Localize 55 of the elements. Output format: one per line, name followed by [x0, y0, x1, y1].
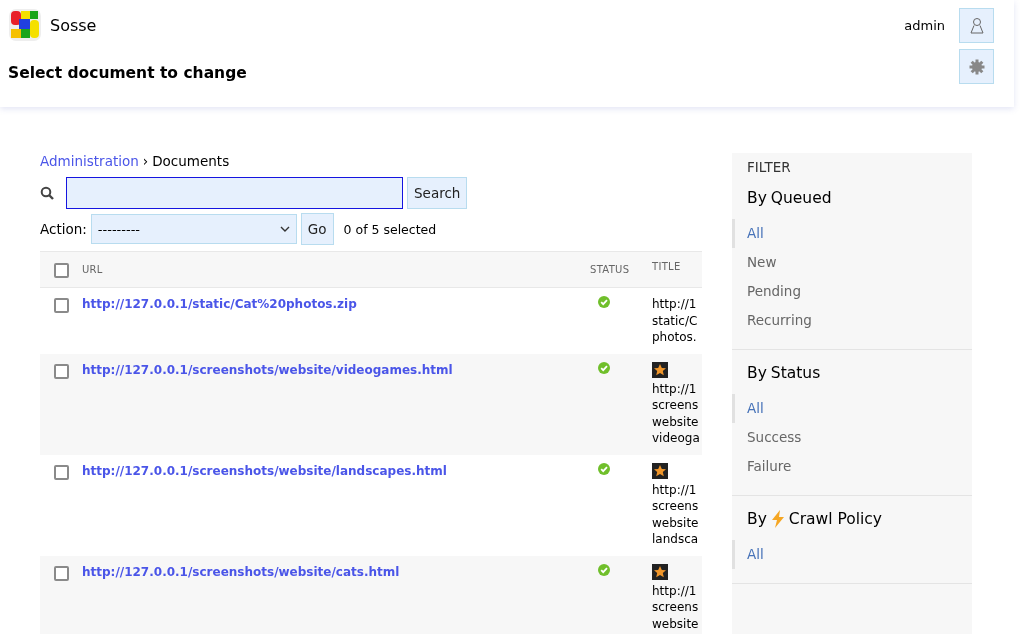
select-all-checkbox[interactable]: [53, 263, 69, 278]
filter-option[interactable]: Success: [732, 423, 972, 452]
column-header[interactable]: TITLE: [652, 261, 702, 272]
document-link[interactable]: http://127.0.0.1/screenshots/website/videogames.html: [82, 362, 453, 377]
filter-group-title: By: [747, 510, 767, 528]
settings-icon: [968, 58, 985, 75]
search-icon: [40, 186, 54, 200]
row-checkbox[interactable]: [53, 565, 69, 581]
filter-group-title: Queued: [770, 189, 832, 207]
search-button[interactable]: Search: [407, 177, 468, 209]
filter-option[interactable]: Pending: [732, 277, 972, 306]
selection-counter: 0 of 5 selected: [343, 221, 437, 237]
lightning-icon: [770, 510, 785, 528]
row-checkbox[interactable]: [53, 298, 69, 313]
filter-option[interactable]: All: [732, 394, 972, 423]
document-title: http://1 static/C photos.: [652, 296, 699, 346]
column-header[interactable]: STATUS: [590, 264, 630, 275]
filter-group-title: Status: [770, 364, 821, 382]
document-link[interactable]: http://127.0.0.1/static/Cat%20photos.zip: [82, 297, 357, 311]
filter-option[interactable]: Recurring: [732, 306, 972, 335]
settings-button[interactable]: [959, 49, 994, 84]
breadcrumb-separator: ›: [142, 153, 149, 169]
check-circle-icon: [598, 361, 610, 374]
brand-name: Sosse: [50, 15, 97, 35]
search-field[interactable]: [66, 177, 403, 209]
filter-group-title: By: [747, 189, 767, 207]
page-title: Select document to change: [8, 64, 247, 82]
check-circle-icon: [598, 563, 610, 576]
user-button[interactable]: [959, 8, 994, 43]
logo-icon: [8, 8, 42, 42]
breadcrumb-current: Documents: [152, 153, 230, 169]
document-title: http://1 screens website videoga: [652, 380, 701, 447]
breadcrumb-link[interactable]: Administration: [40, 153, 139, 169]
filter-group-title: Crawl Policy: [788, 510, 882, 528]
document-link[interactable]: http://127.0.0.1/screenshots/website/landscapes.html: [82, 463, 447, 478]
filter-option[interactable]: All: [732, 540, 972, 569]
document-title: http://1 screens website: [652, 582, 700, 632]
filter-option[interactable]: Failure: [732, 452, 972, 481]
chevron-down-icon: [279, 226, 290, 232]
go-button[interactable]: Go: [300, 213, 334, 245]
user-icon: [969, 17, 984, 34]
check-circle-icon: [598, 296, 610, 308]
check-circle-icon: [598, 462, 610, 475]
filter-heading: FILTER: [746, 159, 792, 175]
filter-option[interactable]: New: [732, 248, 972, 277]
row-checkbox[interactable]: [53, 464, 69, 480]
action-label: Action:: [40, 221, 87, 237]
action-select[interactable]: ---------: [90, 214, 297, 244]
filter-group-title: By: [747, 364, 767, 382]
filter-option[interactable]: All: [732, 219, 972, 248]
username: admin: [904, 18, 945, 33]
row-checkbox[interactable]: [53, 363, 69, 379]
document-link[interactable]: http://127.0.0.1/screenshots/website/cats.html: [82, 564, 400, 579]
document-title: http://1 screens website landsca: [652, 481, 700, 548]
column-header[interactable]: URL: [82, 264, 103, 275]
